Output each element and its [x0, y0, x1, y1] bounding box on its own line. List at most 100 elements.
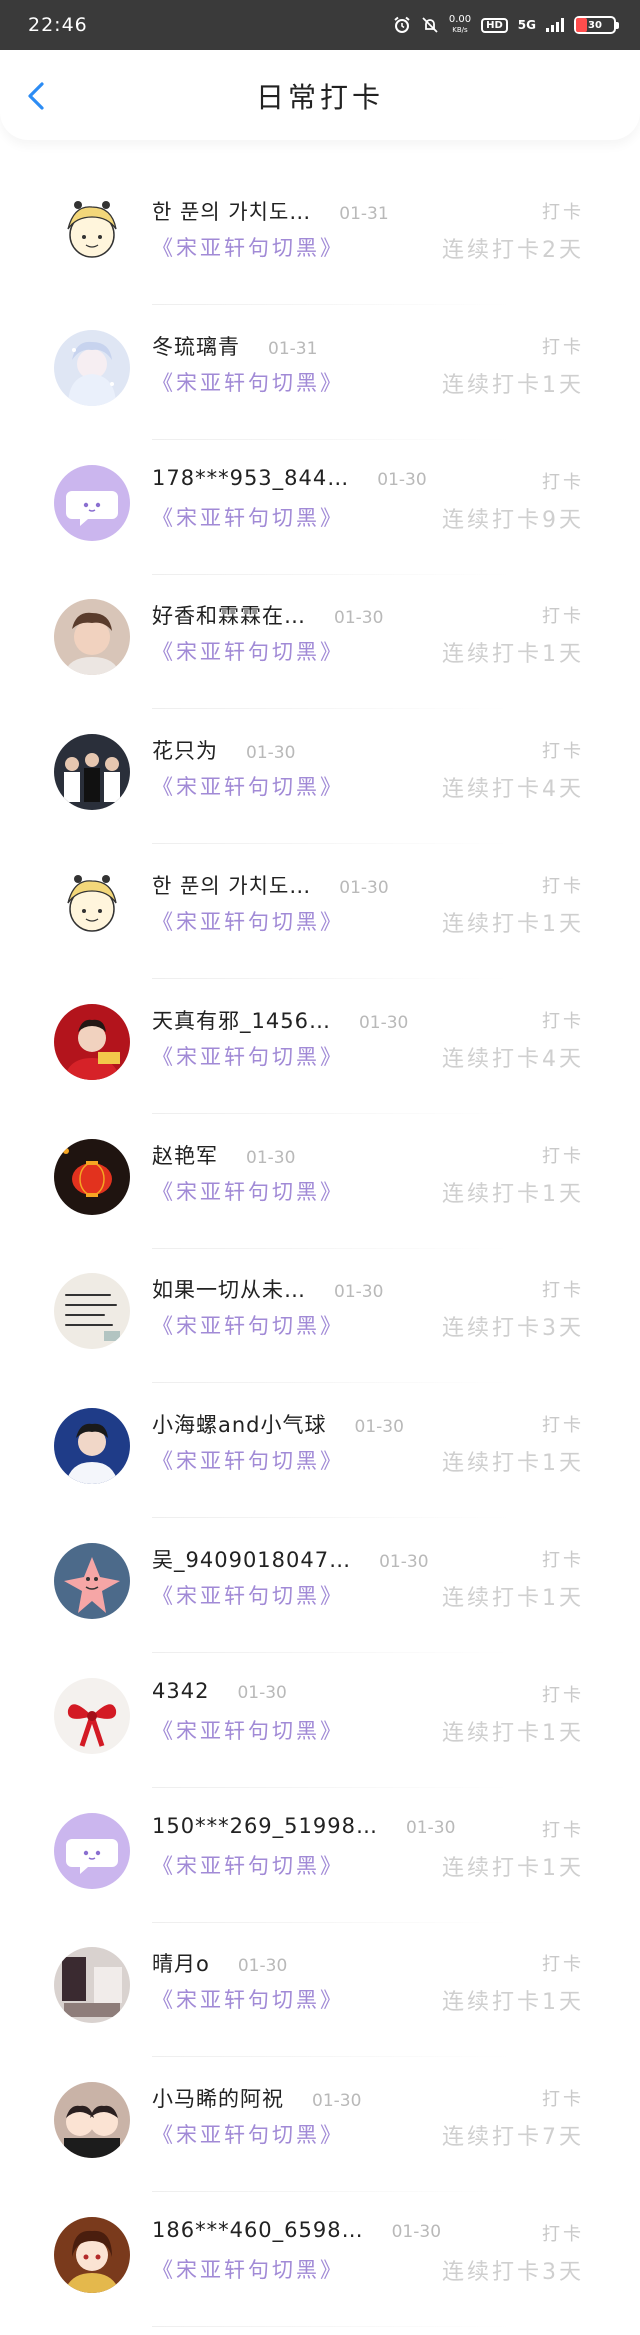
mute-icon: [422, 17, 438, 33]
user-name[interactable]: 天真有邪_1456… 01-30: [152, 1005, 408, 1035]
checkin-item[interactable]: 150***269_51998… 01-30 《宋亚轩句切黑》 打卡 连续打卡1天: [0, 1796, 640, 1931]
avatar[interactable]: [54, 1003, 130, 1080]
checkin-item[interactable]: 4342 01-30 《宋亚轩句切黑》 打卡 连续打卡1天: [0, 1661, 640, 1796]
book-title[interactable]: 《宋亚轩句切黑》: [152, 771, 344, 801]
user-name[interactable]: 小海螺and小气球 01-30: [152, 1409, 404, 1439]
avatar[interactable]: [54, 1273, 130, 1350]
user-name[interactable]: 한 푼의 가치도… 01-30: [152, 870, 389, 900]
divider: [152, 573, 512, 575]
avatar[interactable]: [54, 1812, 130, 1889]
avatar[interactable]: [54, 734, 130, 811]
user-name[interactable]: 花只为 01-30: [152, 735, 295, 765]
user-name[interactable]: 吴_9409018047… 01-30: [152, 1544, 429, 1574]
user-name[interactable]: 如果一切从未… 01-30: [152, 1274, 383, 1304]
user-name[interactable]: 186***460_6598… 01-30: [152, 2218, 441, 2242]
checkin-date: 01-30: [246, 1147, 296, 1168]
checkin-item[interactable]: 好香和霖霖在… 01-30 《宋亚轩句切黑》 打卡 连续打卡1天: [0, 582, 640, 717]
avatar[interactable]: [54, 2082, 130, 2159]
checkin-item[interactable]: 天真有邪_1456… 01-30 《宋亚轩句切黑》 打卡 连续打卡4天: [0, 987, 640, 1122]
book-title[interactable]: 《宋亚轩句切黑》: [152, 636, 344, 666]
avatar[interactable]: [54, 868, 130, 945]
checkin-label: 打卡: [542, 875, 584, 897]
checkin-date: 01-30: [377, 469, 427, 490]
checkin-label: 打卡: [542, 1010, 584, 1032]
avatar[interactable]: [54, 329, 130, 406]
checkin-date: 01-30: [354, 1417, 404, 1438]
book-title[interactable]: 《宋亚轩句切黑》: [152, 1176, 344, 1206]
top-navigation-bar: 日常打卡: [0, 50, 640, 140]
checkin-label: 打卡: [542, 202, 584, 223]
checkin-label: 打卡: [542, 2089, 584, 2111]
checkin-item[interactable]: 186***460_6598… 01-30 《宋亚轩句切黑》 打卡 连续打卡3天: [0, 2200, 640, 2335]
checkin-streak: 连续打卡1天: [442, 1181, 584, 1207]
divider: [152, 843, 512, 845]
alarm-icon: [394, 16, 410, 33]
book-title[interactable]: 《宋亚轩句切黑》: [152, 1041, 344, 1071]
avatar[interactable]: [54, 1542, 130, 1619]
user-name[interactable]: 한 푼의 가치도… 01-31: [152, 196, 389, 226]
avatar[interactable]: [54, 1138, 130, 1215]
book-title[interactable]: 《宋亚轩句切黑》: [152, 906, 344, 936]
checkin-label: 打卡: [542, 1954, 584, 1976]
user-name[interactable]: 小马睎的阿祝 01-30: [152, 2083, 361, 2113]
user-name-text: 한 푼의 가치도…: [152, 200, 312, 224]
user-name[interactable]: 4342 01-30: [152, 1679, 287, 1703]
user-name[interactable]: 冬琉璃青 01-31: [152, 331, 317, 361]
avatar[interactable]: [54, 599, 130, 676]
checkin-date: 01-30: [339, 877, 389, 898]
checkin-label: 打卡: [542, 1549, 584, 1571]
checkin-list: 한 푼의 가치도… 01-31 《宋亚轩句切黑》 打卡 连续打卡2天 冬琉璃青 01…: [0, 140, 640, 2335]
book-title[interactable]: 《宋亚轩句切黑》: [152, 1580, 344, 1610]
avatar[interactable]: [54, 464, 130, 541]
avatar[interactable]: [54, 1947, 130, 2024]
avatar[interactable]: [54, 1677, 130, 1754]
checkin-date: 01-30: [334, 1282, 384, 1303]
checkin-date: 01-31: [268, 338, 318, 359]
checkin-streak: 连续打卡7天: [442, 2125, 584, 2151]
checkin-item[interactable]: 如果一切从未… 01-30 《宋亚轩句切黑》 打卡 连续打卡3天: [0, 1256, 640, 1391]
checkin-label: 打卡: [542, 741, 584, 763]
avatar[interactable]: [54, 1408, 130, 1485]
user-name[interactable]: 150***269_51998… 01-30: [152, 1814, 455, 1838]
checkin-item[interactable]: 吴_9409018047… 01-30 《宋亚轩句切黑》 打卡 连续打卡1天: [0, 1526, 640, 1661]
divider: [152, 708, 512, 710]
book-title[interactable]: 《宋亚轩句切黑》: [152, 2119, 344, 2149]
network-speed-unit: KB/s: [452, 26, 468, 34]
book-title[interactable]: 《宋亚轩句切黑》: [152, 367, 344, 397]
checkin-streak: 连续打卡1天: [442, 1990, 584, 2016]
checkin-streak: 连续打卡4天: [442, 777, 584, 803]
book-title[interactable]: 《宋亚轩句切黑》: [152, 1850, 344, 1880]
network-speed: 0.00 KB/s: [449, 14, 471, 36]
checkin-date: 01-30: [405, 1817, 456, 1838]
checkin-item[interactable]: 花只为 01-30 《宋亚轩句切黑》 打卡 连续打卡4天: [0, 717, 640, 852]
user-name-text: 好香和霖霖在…: [152, 604, 306, 629]
user-name[interactable]: 赵艳军 01-30: [152, 1140, 295, 1170]
user-name-text: 如果一切从未…: [152, 1278, 306, 1303]
user-name[interactable]: 晴月o 01-30: [152, 1948, 287, 1978]
checkin-item[interactable]: 冬琉璃青 01-31 《宋亚轩句切黑》 打卡 连续打卡1天: [0, 313, 640, 448]
user-name[interactable]: 178***953_844… 01-30: [152, 466, 427, 490]
checkin-streak: 连续打卡2天: [442, 238, 584, 263]
checkin-item[interactable]: 한 푼의 가치도… 01-30 《宋亚轩句切黑》 打卡 连续打卡1天: [0, 852, 640, 987]
user-name[interactable]: 好香和霖霖在… 01-30: [152, 600, 383, 630]
checkin-item[interactable]: 晴月o 01-30 《宋亚轩句切黑》 打卡 连续打卡1天: [0, 1930, 640, 2065]
book-title[interactable]: 《宋亚轩句切黑》: [152, 1445, 344, 1475]
checkin-item[interactable]: 小马睎的阿祝 01-30 《宋亚轩句切黑》 打卡 连续打卡7天: [0, 2065, 640, 2200]
checkin-item[interactable]: 小海螺and小气球 01-30 《宋亚轩句切黑》 打卡 连续打卡1天: [0, 1391, 640, 1526]
checkin-label: 打卡: [542, 1280, 584, 1302]
avatar[interactable]: [54, 195, 130, 271]
avatar[interactable]: [54, 2216, 130, 2293]
checkin-item[interactable]: 178***953_844… 01-30 《宋亚轩句切黑》 打卡 连续打卡9天: [0, 448, 640, 583]
checkin-date: 01-30: [334, 608, 384, 629]
checkin-item[interactable]: 한 푼의 가치도… 01-31 《宋亚轩句切黑》 打卡 连续打卡2天: [0, 178, 640, 313]
divider: [152, 2325, 512, 2327]
book-title[interactable]: 《宋亚轩句切黑》: [152, 1310, 344, 1340]
book-title[interactable]: 《宋亚轩句切黑》: [152, 1984, 344, 2014]
book-title[interactable]: 《宋亚轩句切黑》: [152, 2254, 344, 2284]
divider: [152, 438, 512, 440]
book-title[interactable]: 《宋亚轩句切黑》: [152, 502, 344, 532]
book-title[interactable]: 《宋亚轩句切黑》: [152, 232, 344, 262]
checkin-item[interactable]: 赵艳军 01-30 《宋亚轩句切黑》 打卡 连续打卡1天: [0, 1122, 640, 1257]
checkin-streak: 连续打卡3天: [442, 1316, 584, 1342]
book-title[interactable]: 《宋亚轩句切黑》: [152, 1715, 344, 1745]
